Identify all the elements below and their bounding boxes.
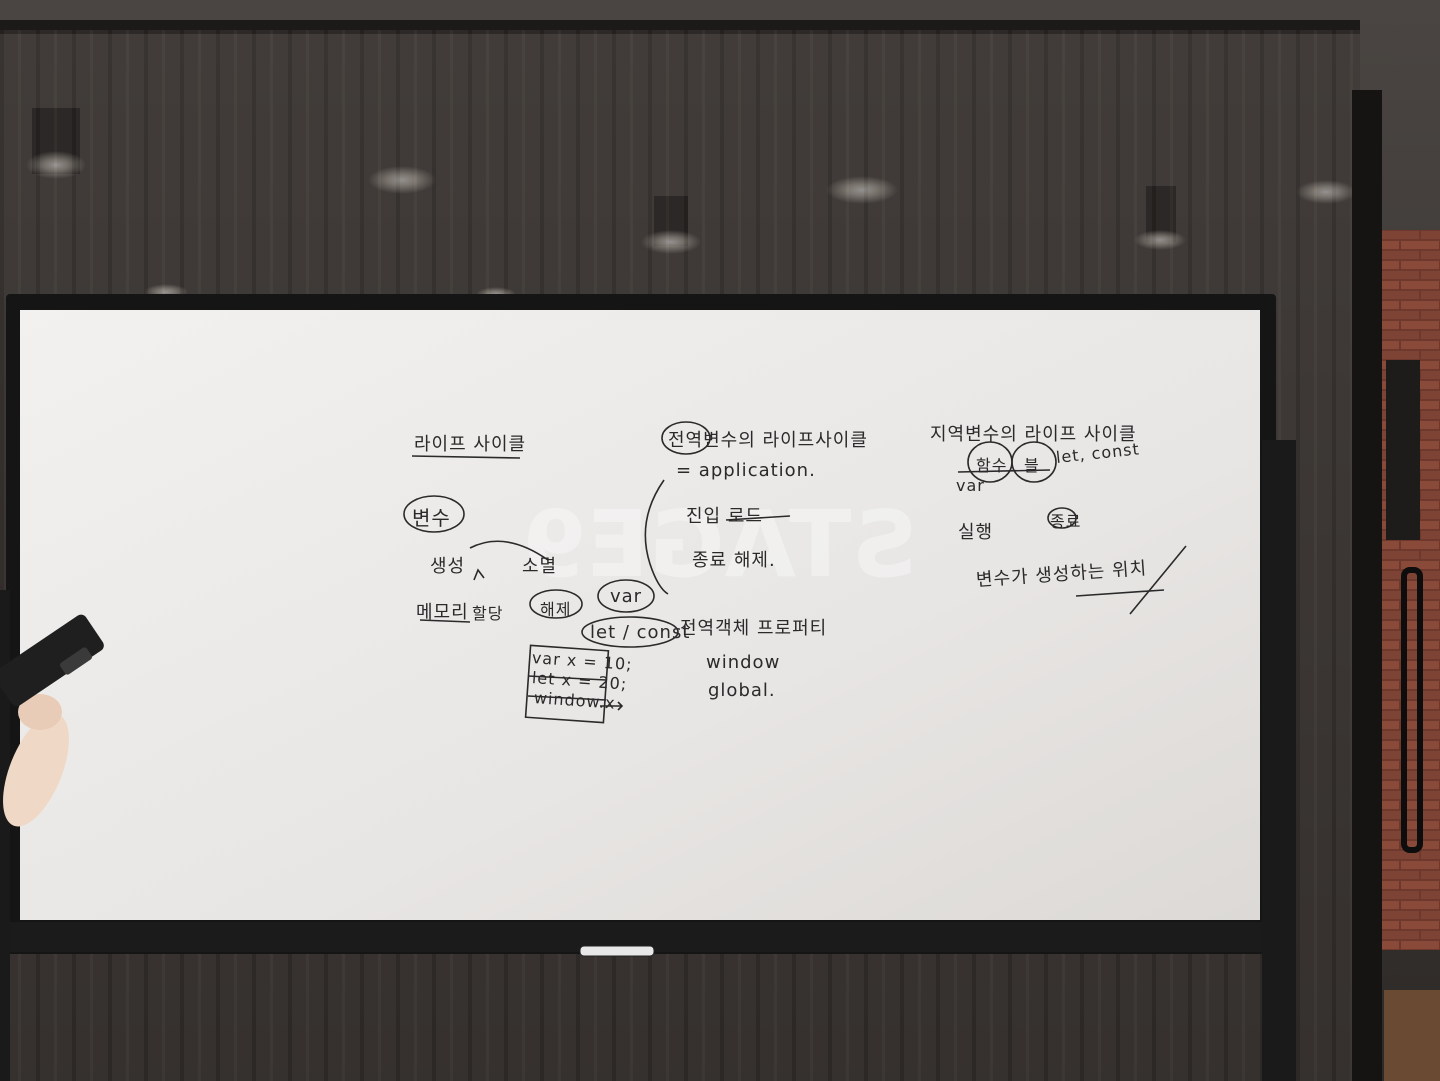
- note-left-release: 해제: [540, 600, 572, 619]
- note-right-func: 함수: [976, 456, 1008, 475]
- door-frame: [1352, 90, 1382, 1081]
- note-left-let-const: let / const: [590, 622, 691, 643]
- note-left-var: var: [610, 586, 643, 607]
- floor-right: [1384, 990, 1440, 1081]
- note-right-block: 블: [1024, 456, 1040, 475]
- note-mid-end: 종료 해제.: [692, 550, 776, 571]
- note-mid-window: window: [706, 652, 781, 673]
- stand-leg-right: [1262, 440, 1296, 1081]
- note-right-execution: 실행: [958, 522, 994, 543]
- note-mid-global: global.: [708, 680, 776, 701]
- note-left-variable: 변수: [412, 506, 451, 530]
- note-left-memory: 메모리: [416, 602, 469, 623]
- marker: [579, 945, 655, 957]
- note-mid-header: 전역변수의 라이프사이클: [668, 430, 868, 451]
- whiteboard-surface: [20, 310, 1260, 920]
- note-mid-global-object: 전역객체 프로퍼티: [680, 618, 828, 639]
- note-right-end: 종료: [1050, 512, 1082, 531]
- note-left-destroy: 소멸: [522, 556, 558, 577]
- photo-scene: STAGE9: [0, 0, 1440, 1081]
- note-right-var: var: [956, 476, 985, 495]
- note-left-header: 라이프 사이클: [414, 434, 527, 455]
- note-mid-enter: 진입 로드: [686, 506, 763, 527]
- brick-wall: [1380, 230, 1440, 950]
- dark-panel: [1386, 360, 1420, 540]
- note-left-allocate: 할당: [472, 604, 504, 623]
- note-mid-application: = application.: [676, 460, 816, 481]
- note-left-create: 생성: [430, 556, 466, 577]
